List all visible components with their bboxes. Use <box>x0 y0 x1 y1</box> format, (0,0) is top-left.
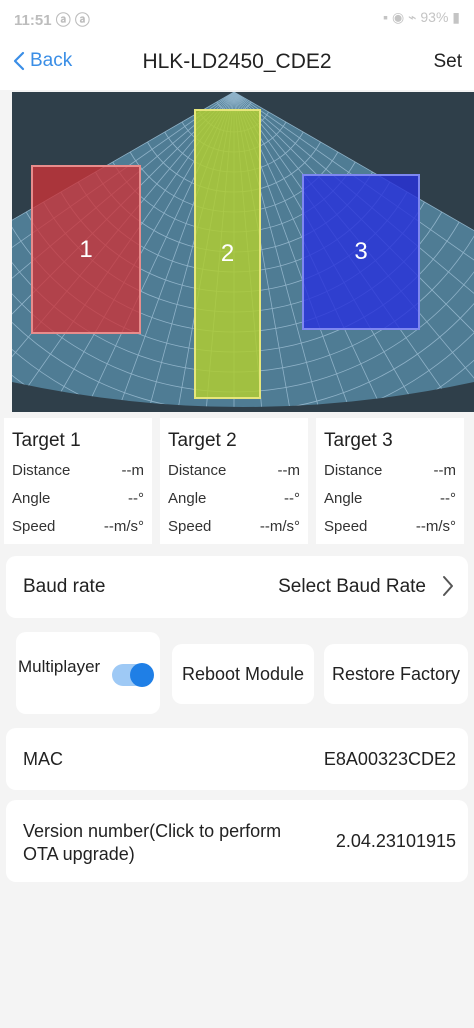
target-marker-3: 3 <box>302 174 420 330</box>
multiplayer-toggle[interactable] <box>112 663 154 687</box>
version-label: Version number(Click to perform OTA upgr… <box>23 821 282 864</box>
speed-row: Speed --m/s° <box>324 518 456 535</box>
distance-row: Distance --m <box>12 462 144 479</box>
speed-row: Speed --m/s° <box>168 518 300 535</box>
target-card-2: Target 2 Distance --m Angle --° Speed --m/s… <box>160 418 308 544</box>
mac-value: E8A00323CDE2 <box>323 749 456 769</box>
angle-row: Angle --° <box>12 490 144 507</box>
version-row[interactable]: Version number(Click to perform OTA upgr… <box>6 800 468 882</box>
distance-row: Distance --m <box>324 462 456 479</box>
distance-label: Distance <box>12 462 71 479</box>
speed-label: Speed <box>168 518 212 535</box>
distance-label: Distance <box>168 462 227 479</box>
version-value: 2.04.23101915 <box>335 831 456 851</box>
radar-view: 1 2 3 <box>12 92 474 412</box>
target-marker-2: 2 <box>194 109 261 399</box>
target-card-3: Target 3 Distance --m Angle --° Speed --m/s… <box>316 418 464 544</box>
target-title: Target 3 <box>324 430 393 451</box>
target-marker-label: 1 <box>79 235 93 263</box>
back-label: Back <box>30 50 73 71</box>
speed-label: Speed <box>324 518 368 535</box>
target-title: Target 2 <box>168 430 237 451</box>
mac-label: MAC <box>23 749 63 769</box>
distance-label: Distance <box>324 462 383 479</box>
target-title: Target 1 <box>12 430 81 451</box>
speed-value: --m/s° <box>259 518 300 535</box>
target-card-1: Target 1 Distance --m Angle --° Speed --m/s… <box>4 418 152 544</box>
target-marker-label: 3 <box>354 238 368 265</box>
back-button[interactable]: Back <box>12 50 72 72</box>
chevron-left-icon <box>13 51 25 71</box>
target-marker-label: 2 <box>220 240 235 267</box>
status-time: 11:51 ⓐ ⓐ <box>14 12 90 29</box>
multiplayer-card: Multiplayer <box>16 632 160 714</box>
speed-label: Speed <box>12 518 56 535</box>
angle-row: Angle --° <box>168 490 300 507</box>
set-button[interactable]: Set <box>433 51 462 73</box>
distance-row: Distance --m <box>168 462 300 479</box>
multiplayer-label: Multiplayer <box>18 657 101 676</box>
angle-value: --° <box>128 490 144 507</box>
baud-rate-value: Select Baud Rate <box>278 576 426 597</box>
speed-row: Speed --m/s° <box>12 518 144 535</box>
angle-label: Angle <box>12 490 51 507</box>
angle-row: Angle --° <box>324 490 456 507</box>
angle-label: Angle <box>324 490 363 507</box>
speed-value: --m/s° <box>415 518 456 535</box>
mac-row: MAC E8A00323CDE2 <box>6 728 468 790</box>
distance-value: --m <box>121 462 145 479</box>
status-indicators: ▪ ◉ ⌁ 93% ▮ <box>383 9 460 25</box>
reboot-module-button[interactable]: Reboot Module <box>172 644 314 704</box>
toggle-knob <box>130 663 154 687</box>
restore-factory-button[interactable]: Restore Factory <box>324 644 468 704</box>
speed-value: --m/s° <box>103 518 144 535</box>
distance-value: --m <box>277 462 301 479</box>
target-marker-1: 1 <box>31 165 141 334</box>
baud-rate-row[interactable]: Baud rate Select Baud Rate <box>6 556 468 618</box>
angle-value: --° <box>440 490 456 507</box>
status-bar: 11:51 ⓐ ⓐ ▪ ◉ ⌁ 93% ▮ <box>0 0 474 38</box>
angle-value: --° <box>284 490 300 507</box>
baud-rate-label: Baud rate <box>23 576 106 597</box>
chevron-right-icon <box>443 576 453 596</box>
nav-bar: Back HLK-LD2450_CDE2 Set <box>0 38 474 90</box>
angle-label: Angle <box>168 490 207 507</box>
distance-value: --m <box>433 462 457 479</box>
